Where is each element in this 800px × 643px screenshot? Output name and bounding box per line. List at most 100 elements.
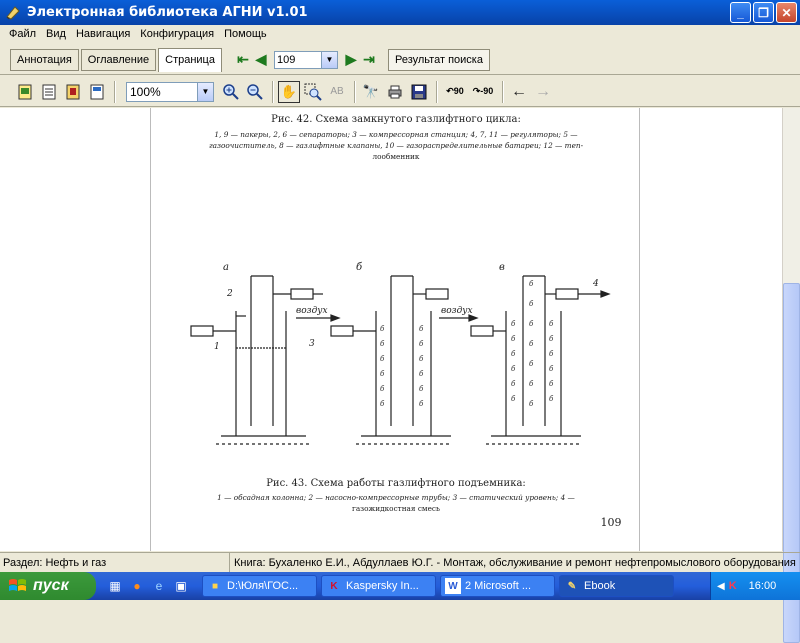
task-folder[interactable]: ■ D:\Юля\ГОС... (202, 575, 317, 597)
menu-bar: Файл Вид Навигация Конфигурация Помощь (0, 25, 800, 43)
zoom-area-icon[interactable] (302, 81, 324, 103)
zoom-in-icon[interactable] (220, 81, 242, 103)
page-view-icon[interactable] (14, 81, 36, 103)
prev-page-icon[interactable]: ◀ (252, 50, 270, 70)
chevron-down-icon[interactable]: ▼ (320, 51, 337, 68)
zoom-out-icon[interactable] (244, 81, 266, 103)
windows-flag-icon (9, 579, 26, 591)
svg-text:б: б (529, 280, 534, 288)
next-page-icon[interactable]: ▶ (342, 50, 360, 70)
kaspersky-tray-icon[interactable]: K (729, 580, 737, 592)
ie-icon[interactable]: e (150, 577, 168, 595)
kaspersky-icon: K (330, 580, 338, 592)
restore-button[interactable]: ❐ (753, 2, 774, 23)
tab-contents[interactable]: Оглавление (80, 48, 157, 71)
svg-text:б: б (511, 335, 516, 343)
menu-navigation[interactable]: Навигация (71, 28, 135, 40)
task-word[interactable]: W 2 Microsoft ... (440, 575, 555, 597)
clock: 16:00 (748, 580, 777, 592)
close-button[interactable]: ✕ (776, 2, 797, 23)
fig42-caption-line2: газоочиститель, 8 — газлифтные клапаны, … (208, 141, 584, 150)
tab-bar: Аннотация Оглавление Страница ⇤ ◀ 109 ▼ … (0, 45, 800, 75)
save-icon[interactable] (408, 81, 430, 103)
valve-v (555, 288, 579, 300)
tab-annotation[interactable]: Аннотация (10, 48, 79, 71)
svg-text:б: б (380, 355, 385, 363)
fig43-caption-line2: газожидкостная смесь (352, 504, 440, 513)
rotate-ccw-icon[interactable]: ↶90 (442, 81, 468, 103)
fig43-num1: 1 (214, 342, 220, 352)
task-ebook[interactable]: ✎ Ebook (559, 575, 674, 597)
menu-file[interactable]: Файл (4, 28, 41, 40)
svg-text:б: б (419, 370, 424, 378)
book-page: Рис. 42. Схема замкнутого газлифтного ци… (150, 108, 640, 551)
valve-a (290, 288, 314, 300)
show-desktop-icon[interactable]: ▦ (106, 577, 124, 595)
explorer-icon[interactable]: ▣ (172, 577, 190, 595)
text-view-icon[interactable] (38, 81, 60, 103)
app-icon (6, 5, 20, 20)
search-result-button[interactable]: Результат поиска (387, 48, 490, 71)
last-page-icon[interactable]: ⇥ (360, 50, 378, 70)
hand-tool-icon[interactable]: ✋ (278, 80, 300, 103)
svg-text:б: б (511, 380, 516, 388)
find-icon[interactable]: 🔭 (360, 81, 382, 103)
page-number-input[interactable]: 109 ▼ (273, 50, 338, 69)
word-icon: W (445, 578, 461, 594)
svg-text:б: б (529, 400, 534, 408)
zoom-select[interactable]: 100% ▼ (126, 81, 214, 102)
task-label: 2 Microsoft ... (465, 580, 532, 592)
menu-view[interactable]: Вид (41, 28, 71, 40)
task-kaspersky[interactable]: K Kaspersky In... (321, 575, 436, 597)
bookmark-icon[interactable] (62, 81, 84, 103)
svg-text:б: б (529, 380, 534, 388)
task-label: Kaspersky In... (346, 580, 419, 592)
fig43-label-v: в (499, 262, 505, 273)
toolbar-divider (114, 80, 116, 103)
forward-arrow-icon[interactable]: → (532, 81, 554, 103)
fig43-num2: 2 (226, 289, 233, 299)
vertical-scrollbar[interactable] (782, 108, 800, 643)
chevron-down-icon[interactable]: ▼ (197, 82, 213, 101)
ebook-icon: ✎ (567, 580, 577, 592)
minimize-button[interactable]: _ (730, 2, 751, 23)
document-icon[interactable] (86, 81, 108, 103)
fig43-num4: 4 (592, 279, 599, 289)
print-icon[interactable] (384, 81, 406, 103)
select-text-icon[interactable]: AB (326, 81, 348, 103)
menu-configuration[interactable]: Конфигурация (135, 28, 219, 40)
tray-arrow-icon[interactable]: ◀ (717, 581, 725, 592)
menu-help[interactable]: Помощь (219, 28, 272, 40)
svg-text:б: б (549, 380, 554, 388)
svg-text:б: б (549, 350, 554, 358)
svg-text:б: б (380, 385, 385, 393)
svg-text:б: б (419, 385, 424, 393)
start-label: пуск (33, 577, 69, 594)
toolbar-divider (436, 80, 438, 103)
svg-text:б: б (419, 325, 424, 333)
rotate-cw-icon[interactable]: ↷-90 (470, 81, 496, 103)
back-arrow-icon[interactable]: ← (508, 81, 530, 103)
fig43-air2: воздух (441, 306, 473, 316)
svg-text:б: б (419, 340, 424, 348)
window-title: Электронная библиотека АГНИ v1.01 (27, 5, 308, 20)
svg-text:б: б (380, 340, 385, 348)
svg-text:б: б (529, 300, 534, 308)
inlet-valve-v (470, 325, 494, 337)
status-book: Книга: Бухаленко Е.И., Абдуллаев Ю.Г. - … (234, 556, 796, 569)
folder-icon: ■ (211, 580, 219, 592)
start-button[interactable]: пуск (0, 572, 96, 600)
fig43-label-a: а (223, 262, 229, 273)
document-view[interactable]: Рис. 42. Схема замкнутого газлифтного ци… (0, 108, 782, 551)
firefox-icon[interactable]: ● (128, 577, 146, 595)
svg-text:б: б (549, 335, 554, 343)
svg-text:б: б (419, 355, 424, 363)
zoom-value: 100% (130, 84, 161, 99)
status-section: Раздел: Нефть и газ (0, 553, 230, 572)
tab-page[interactable]: Страница (158, 47, 222, 72)
fig43-label-b: б (356, 262, 363, 273)
svg-text:б: б (529, 360, 534, 368)
svg-text:б: б (511, 350, 516, 358)
svg-text:б: б (511, 320, 516, 328)
first-page-icon[interactable]: ⇤ (234, 50, 252, 70)
